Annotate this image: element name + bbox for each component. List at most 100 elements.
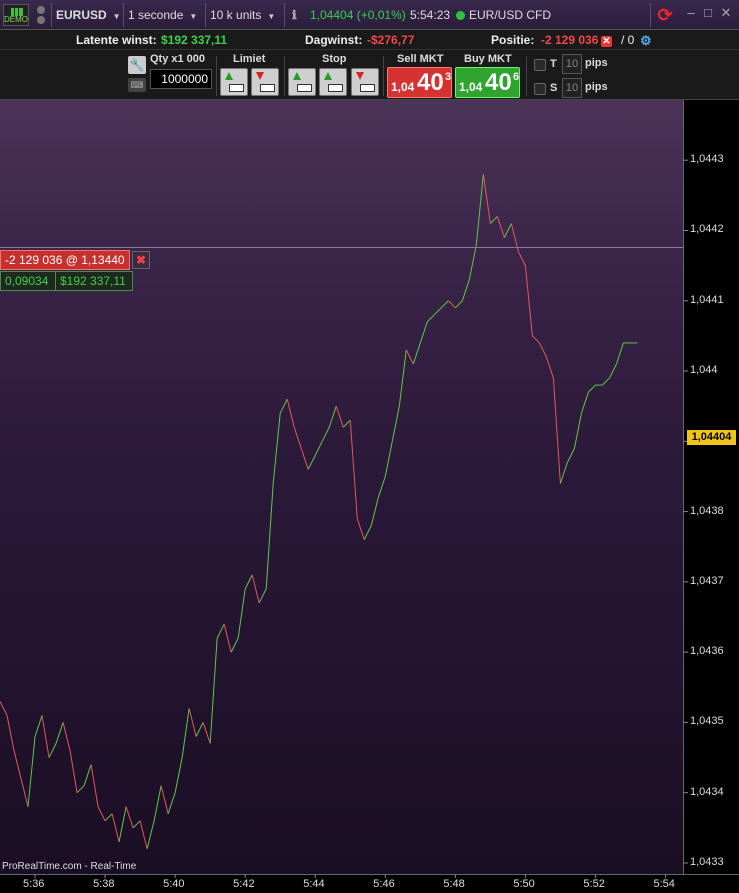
price-line-segment <box>90 764 99 807</box>
price-line-segment <box>370 497 379 526</box>
y-tick-label: 1,0435 <box>690 715 724 728</box>
price-line-segment <box>160 785 169 814</box>
y-tick-label: 1,044 <box>690 364 718 377</box>
price-line-segment <box>475 174 484 245</box>
price-line-segment <box>468 244 477 280</box>
price-line-segment <box>97 806 106 822</box>
price-line-segment <box>608 363 617 379</box>
price-line-segment <box>76 785 85 794</box>
position-label[interactable]: -2 129 036 @ 1,13440 <box>0 250 130 270</box>
y-tick-label: 1,0442 <box>690 223 724 236</box>
price-line-segment <box>524 265 533 336</box>
price-line-segment <box>55 722 64 744</box>
close-position-icon[interactable]: ✖ <box>132 251 150 269</box>
price-line-segment <box>83 764 92 786</box>
y-tick-label: 1,0438 <box>690 504 724 517</box>
price-line-segment <box>307 455 316 470</box>
price-line-segment <box>223 623 232 653</box>
price-line-segment <box>34 715 43 737</box>
position-pnl-box: 0,09034 $192 337,11 <box>0 271 133 291</box>
price-line-segment <box>202 722 211 744</box>
price-line-segment <box>496 216 505 238</box>
price-line-segment <box>6 715 15 751</box>
price-line-segment <box>412 342 421 365</box>
x-tick-label: 5:52 <box>583 878 605 890</box>
price-line-segment <box>426 314 435 323</box>
price-line-segment <box>258 588 267 604</box>
price-line-segment <box>349 420 358 519</box>
price-line-segment <box>286 399 295 428</box>
position-entry-line[interactable] <box>0 247 683 248</box>
price-line-segment <box>342 419 351 428</box>
current-price-label: 1,04404 <box>687 430 736 445</box>
x-tick-label: 5:54 <box>653 878 675 890</box>
price-line-segment <box>118 806 127 842</box>
price-line-segment <box>48 743 57 758</box>
price-line-segment <box>517 251 526 266</box>
price-line-segment <box>27 736 36 807</box>
price-line-segment <box>139 820 148 850</box>
y-tick-label: 1,0434 <box>690 785 724 798</box>
price-line-segment <box>125 806 134 828</box>
price-line-segment <box>321 427 330 442</box>
price-line-segment <box>300 448 309 470</box>
price-line-segment <box>538 342 547 358</box>
price-line-segment <box>62 722 71 751</box>
price-line-segment <box>328 406 337 428</box>
price-line-segment <box>447 300 456 309</box>
price-line-segment <box>580 391 589 414</box>
price-line-segment <box>532 335 540 344</box>
price-line-segment <box>13 750 22 779</box>
price-line-segment <box>174 757 183 793</box>
price-line-segment <box>244 574 253 590</box>
price-line-segment <box>588 384 596 393</box>
x-tick-label: 5:36 <box>23 878 45 890</box>
price-line-segment <box>545 356 554 379</box>
price-line-segment <box>602 377 610 386</box>
price-line-segment <box>363 525 372 540</box>
price-line-segment <box>391 406 400 442</box>
price-line-segment <box>552 378 561 484</box>
price-line-segment <box>20 778 29 807</box>
price-line-segment <box>615 342 624 365</box>
price-line-segment <box>559 462 568 484</box>
price-line-segment <box>251 574 260 604</box>
price-line-segment <box>398 349 407 407</box>
price-line-segment <box>272 413 281 484</box>
position-gain: $192 337,11 <box>60 274 126 288</box>
price-line-segment <box>195 722 204 737</box>
price-line-segment <box>461 279 470 301</box>
x-tick-label: 5:40 <box>163 878 185 890</box>
price-line-segment <box>209 638 218 744</box>
price-line-segment <box>237 588 246 639</box>
price-line-segment <box>482 174 491 224</box>
price-line-segment <box>104 813 113 822</box>
x-tick-label: 5:44 <box>303 878 325 890</box>
price-line-segment <box>69 750 78 793</box>
price-line-segment <box>167 792 176 814</box>
x-tick-label: 5:48 <box>443 878 465 890</box>
price-line-segment <box>132 820 141 829</box>
price-line-segment <box>405 349 414 365</box>
price-line-segment <box>41 715 50 758</box>
price-line-segment <box>153 785 162 821</box>
y-tick-label: 1,0433 <box>690 855 724 868</box>
price-line-segment <box>503 223 512 238</box>
y-tick-label: 1,0437 <box>690 574 724 587</box>
price-line-segment <box>265 483 274 589</box>
price-line-segment <box>335 406 344 428</box>
price-line-segment <box>419 321 428 344</box>
price-line-segment <box>293 427 302 449</box>
price-line-segment <box>216 623 225 639</box>
position-pips: 0,09034 <box>5 274 49 288</box>
x-tick-label: 5:50 <box>513 878 535 890</box>
data-source-credit: ProRealTime.com - Real-Time <box>2 861 137 872</box>
price-line-segment <box>181 708 190 758</box>
price-line-segment <box>454 300 463 309</box>
price-line-segment <box>146 820 155 850</box>
price-line-segment <box>384 441 393 477</box>
price-line-segment <box>0 701 8 716</box>
x-tick-label: 5:38 <box>93 878 115 890</box>
price-line-segment <box>573 413 582 449</box>
price-line-chart <box>0 159 688 878</box>
